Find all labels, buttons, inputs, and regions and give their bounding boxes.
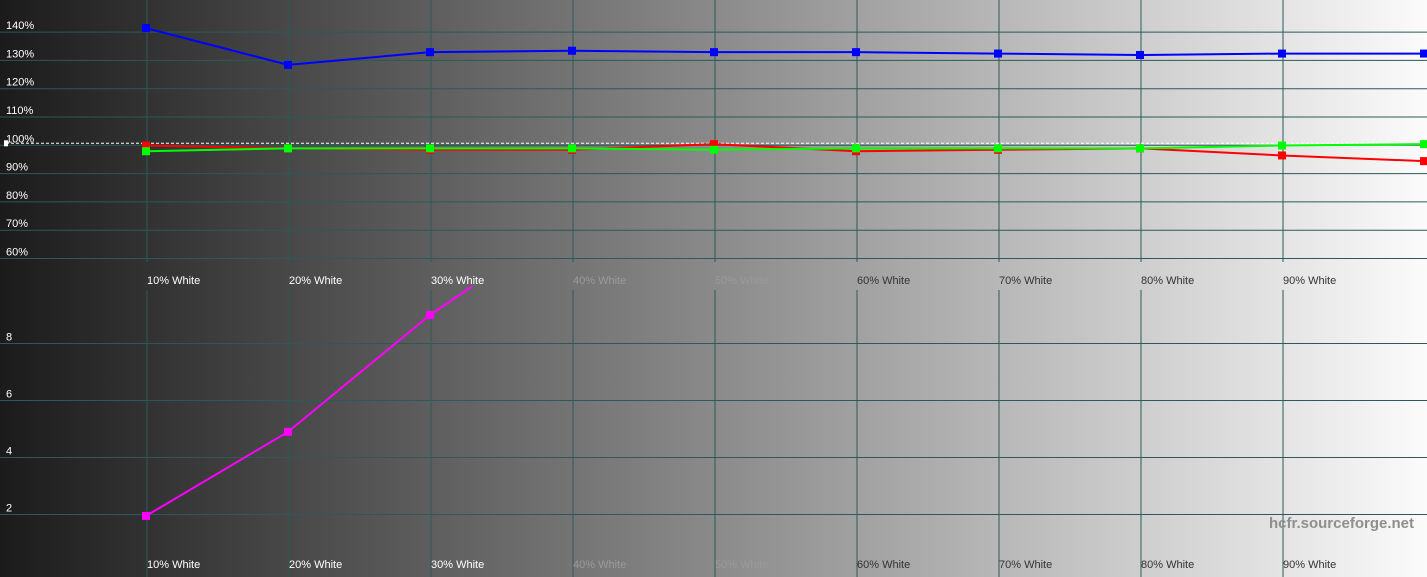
data-point-magenta — [142, 511, 150, 520]
y-tick-label: 6 — [6, 389, 12, 401]
x-tick-label: 60% White — [857, 559, 910, 571]
y-tick-label: 100% — [6, 133, 34, 145]
y-tick-label: 8 — [6, 332, 12, 344]
data-point-blue — [994, 49, 1002, 58]
x-tick-label: 50% White — [715, 275, 768, 287]
data-point-magenta — [426, 311, 434, 319]
x-tick-label: 70% White — [999, 559, 1052, 571]
data-point-blue — [1420, 49, 1427, 58]
x-tick-label: 60% White — [857, 275, 910, 287]
data-point-green — [1420, 140, 1427, 149]
data-point-blue — [710, 48, 718, 57]
data-point-green — [710, 145, 718, 154]
data-point-green — [568, 144, 576, 153]
x-tick-label: 80% White — [1141, 275, 1194, 287]
chart-frame: 60% 70% 80% 90% 100% 110% 120% 130% 140% 10% Whit… — [0, 0, 1427, 577]
data-point-magenta — [284, 427, 292, 436]
x-tick-label: 70% White — [999, 275, 1052, 287]
data-point-red — [1278, 151, 1286, 160]
data-point-green — [994, 144, 1002, 153]
reference-marker — [4, 140, 8, 147]
data-point-green — [1278, 141, 1286, 150]
data-point-green — [1136, 144, 1144, 153]
data-point-red — [1420, 157, 1427, 166]
data-point-blue — [1278, 49, 1286, 58]
y-tick-label: 140% — [6, 20, 34, 32]
y-tick-label: 2 — [6, 503, 12, 515]
data-point-blue — [852, 48, 860, 57]
chart-background — [0, 0, 1427, 577]
y-tick-label: 90% — [6, 162, 28, 174]
data-point-blue — [426, 48, 434, 57]
watermark: hcfr.sourceforge.net — [1269, 515, 1414, 532]
data-point-green — [852, 144, 860, 153]
data-point-blue — [568, 46, 576, 55]
data-point-blue — [1136, 50, 1144, 59]
data-point-green — [284, 144, 292, 153]
y-tick-label: 80% — [6, 190, 28, 202]
x-tick-label: 30% White — [431, 559, 484, 571]
y-tick-label: 110% — [6, 105, 34, 117]
x-tick-label: 40% White — [573, 275, 626, 287]
x-tick-label: 40% White — [573, 559, 626, 571]
x-tick-label: 50% White — [715, 559, 768, 571]
data-point-green — [426, 144, 434, 153]
data-point-blue — [284, 60, 292, 69]
x-tick-label: 10% White — [147, 275, 200, 287]
y-tick-label: 60% — [6, 247, 28, 259]
x-tick-label: 90% White — [1283, 275, 1336, 287]
x-tick-label: 10% White — [147, 559, 200, 571]
y-tick-label: 120% — [6, 77, 34, 89]
x-tick-label: 20% White — [289, 275, 342, 287]
x-tick-label: 80% White — [1141, 559, 1194, 571]
x-tick-label: 20% White — [289, 559, 342, 571]
y-tick-label: 70% — [6, 218, 28, 230]
x-tick-label: 30% White — [431, 275, 484, 287]
y-tick-label: 130% — [6, 48, 34, 60]
x-tick-label: 90% White — [1283, 559, 1336, 571]
data-point-blue — [142, 24, 150, 33]
y-tick-label: 4 — [6, 446, 12, 458]
data-point-green — [142, 147, 150, 156]
